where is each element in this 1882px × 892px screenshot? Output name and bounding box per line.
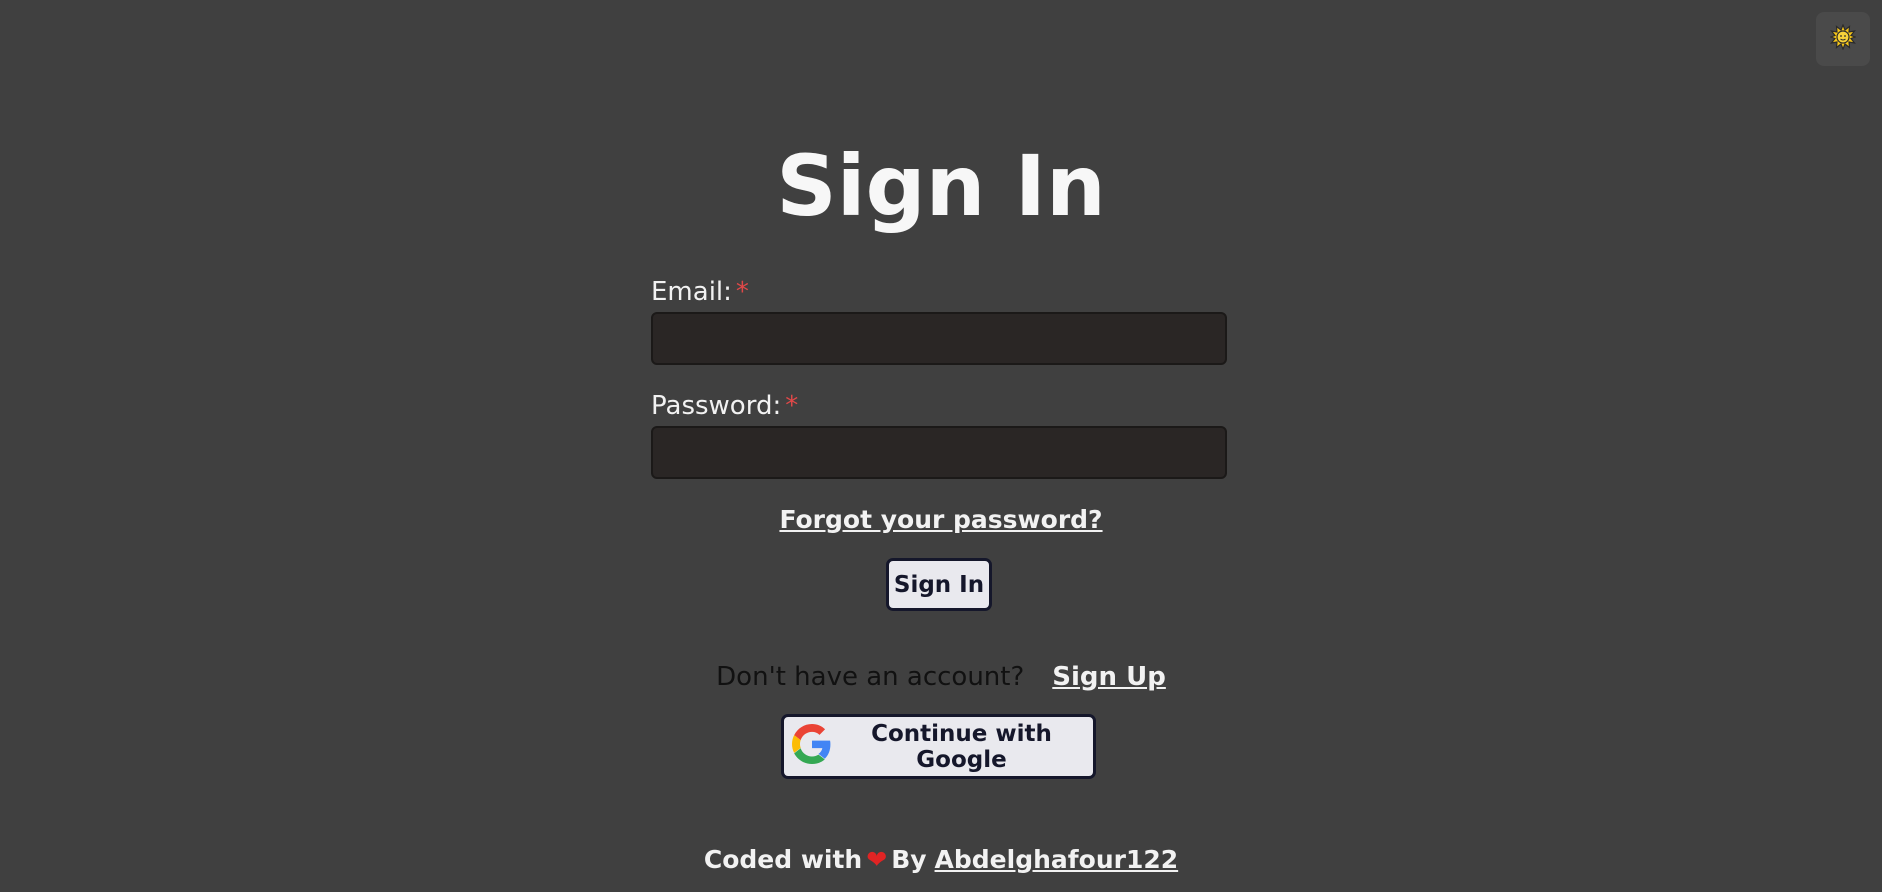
footer-by: By (891, 845, 927, 874)
google-logo-icon (792, 723, 832, 770)
google-button-label: Continue with Google (871, 720, 1052, 773)
forgot-password-link[interactable]: Forgot your password? (779, 505, 1102, 534)
continue-with-google-button[interactable]: Continue with Google (781, 714, 1096, 779)
footer: Coded with ❤ By Abdelghafour122 (0, 843, 1882, 877)
password-label: Password: * (651, 390, 798, 422)
required-mark: * (785, 391, 799, 421)
signup-row: Don't have an account? Sign Up (0, 660, 1882, 694)
theme-toggle-button[interactable] (1816, 12, 1870, 66)
sign-up-link[interactable]: Sign Up (1052, 662, 1166, 692)
signup-prompt: Don't have an account? (716, 662, 1025, 692)
author-link[interactable]: Abdelghafour122 (935, 845, 1179, 874)
footer-coded-with: Coded with (703, 845, 863, 874)
heart-icon: ❤ (866, 845, 888, 874)
required-mark: * (735, 277, 749, 307)
password-label-text: Password: (651, 391, 782, 421)
email-label: Email: * (651, 276, 749, 308)
forgot-password-row: Forgot your password? (0, 503, 1882, 537)
password-input[interactable] (651, 426, 1227, 479)
email-label-text: Email: (651, 277, 732, 307)
sign-in-page: Sign In Email: * Password: * Forgot your p… (0, 0, 1882, 892)
page-title: Sign In (776, 137, 1106, 235)
sign-in-button[interactable]: Sign In (886, 558, 992, 611)
email-input[interactable] (651, 312, 1227, 365)
sun-icon (1829, 23, 1857, 54)
